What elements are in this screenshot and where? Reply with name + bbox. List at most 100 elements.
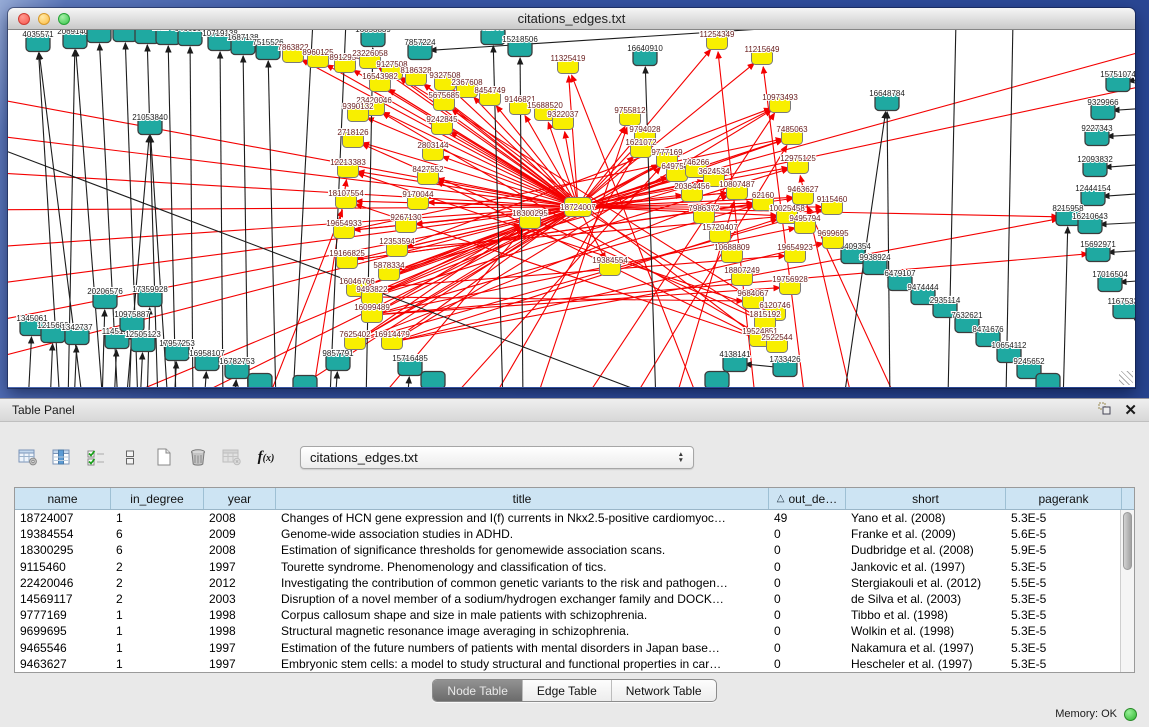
graph-node[interactable]: 1342737 bbox=[61, 323, 93, 345]
table-cell[interactable]: 0 bbox=[769, 543, 846, 557]
tab-node-table[interactable]: Node Table bbox=[433, 680, 522, 701]
graph-node[interactable]: 17016504 bbox=[1092, 270, 1128, 292]
graph-edge[interactable] bbox=[1108, 250, 1135, 252]
column-header-in-degree[interactable]: in_degree bbox=[111, 488, 204, 509]
table-cell[interactable]: 0 bbox=[769, 608, 846, 622]
table-row[interactable]: 1938455462009Genome-wide association stu… bbox=[15, 526, 1134, 542]
graph-edge[interactable] bbox=[74, 346, 77, 387]
table-row[interactable]: 1872400712008Changes of HCN gene express… bbox=[15, 510, 1134, 526]
table-cell[interactable]: 6 bbox=[111, 527, 204, 541]
table-cell[interactable]: 5.3E-5 bbox=[1006, 560, 1122, 574]
graph-node[interactable]: 15218506 bbox=[502, 35, 538, 57]
graph-node[interactable]: 9493822 bbox=[356, 285, 388, 305]
table-cell[interactable]: 19384554 bbox=[15, 527, 111, 541]
close-panel-icon[interactable]: ✕ bbox=[1124, 403, 1137, 418]
table-cell[interactable]: 9777169 bbox=[15, 608, 111, 622]
table-cell[interactable]: 1997 bbox=[204, 560, 276, 574]
graph-node[interactable]: 12444154 bbox=[1075, 184, 1111, 206]
graph-node[interactable]: 7485063 bbox=[776, 125, 808, 145]
table-cell[interactable]: 14569117 bbox=[15, 592, 111, 606]
table-cell[interactable]: 2 bbox=[111, 576, 204, 590]
table-cell[interactable]: 5.3E-5 bbox=[1006, 641, 1122, 655]
graph-node[interactable]: 11254349 bbox=[700, 30, 736, 50]
table-scrollbar-thumb[interactable] bbox=[1123, 512, 1132, 570]
graph-edge[interactable] bbox=[243, 56, 248, 387]
graph-node[interactable]: 15692971 bbox=[1080, 240, 1116, 262]
graph-edge[interactable] bbox=[102, 310, 105, 387]
table-row[interactable]: 969969511998Structural magnetic resonanc… bbox=[15, 623, 1134, 639]
graph-svg[interactable]: 4035571206914061065328715279026466161107… bbox=[8, 30, 1135, 387]
table-cell[interactable]: Changes of HCN gene expression and I(f) … bbox=[276, 511, 769, 525]
graph-node[interactable]: 9495794 bbox=[789, 214, 821, 234]
table-cell[interactable]: 18300295 bbox=[15, 543, 111, 557]
column-header-year[interactable]: year bbox=[204, 488, 276, 509]
zoom-button[interactable] bbox=[58, 13, 70, 25]
table-cell[interactable]: 9115460 bbox=[15, 560, 111, 574]
table-cell[interactable]: 18724007 bbox=[15, 511, 111, 525]
table-cell[interactable]: Stergiakouli et al. (2012) bbox=[846, 576, 1006, 590]
graph-node[interactable]: 9329966 bbox=[1087, 98, 1119, 120]
table-cell[interactable]: 9699695 bbox=[15, 624, 111, 638]
graph-node[interactable]: 1733426 bbox=[769, 355, 801, 377]
table-cell[interactable]: Genome-wide association studies in ADHD. bbox=[276, 527, 769, 541]
table-cell[interactable]: 0 bbox=[769, 527, 846, 541]
table-row[interactable]: 1456911722003Disruption of a novel membe… bbox=[15, 591, 1134, 607]
network-view[interactable]: 4035571206914061065328715279026466161107… bbox=[8, 30, 1135, 387]
table-cell[interactable]: 0 bbox=[769, 641, 846, 655]
graph-node[interactable]: 9755812 bbox=[614, 106, 646, 126]
graph-node[interactable]: 2522544 bbox=[761, 333, 793, 353]
function-builder-button[interactable]: f(x) bbox=[252, 444, 280, 471]
table-cell[interactable]: 2003 bbox=[204, 592, 276, 606]
table-cell[interactable]: Embryonic stem cells: a model to study s… bbox=[276, 657, 769, 671]
graph-edge[interactable] bbox=[8, 130, 578, 207]
graph-node[interactable]: 11215649 bbox=[745, 45, 781, 65]
new-document-button[interactable] bbox=[150, 444, 178, 471]
delete-button[interactable] bbox=[184, 444, 212, 471]
table-cell[interactable]: 1 bbox=[111, 511, 204, 525]
select-columns-button[interactable] bbox=[82, 444, 110, 471]
table-cell[interactable]: Structural magnetic resonance image aver… bbox=[276, 624, 769, 638]
graph-edge[interactable] bbox=[234, 380, 236, 387]
close-button[interactable] bbox=[18, 13, 30, 25]
table-cell[interactable]: Jankovic et al. (1997) bbox=[846, 560, 1006, 574]
table-cell[interactable]: Yano et al. (2008) bbox=[846, 511, 1006, 525]
graph-node[interactable]: 9115460 bbox=[817, 195, 848, 215]
graph-node[interactable] bbox=[705, 372, 729, 388]
graph-edge[interactable] bbox=[168, 46, 176, 387]
table-cell[interactable]: Estimation of the future numbers of pati… bbox=[276, 641, 769, 655]
table-cell[interactable]: 1998 bbox=[204, 624, 276, 638]
table-cell[interactable]: 49 bbox=[769, 511, 846, 525]
table-row[interactable]: 977716911998Corpus callosum shape and si… bbox=[15, 607, 1134, 623]
table-cell[interactable]: 9465546 bbox=[15, 641, 111, 655]
delete-table-button[interactable] bbox=[218, 444, 246, 471]
graph-node[interactable]: 9463627 bbox=[787, 185, 819, 205]
table-cell[interactable]: 1998 bbox=[204, 608, 276, 622]
graph-edge[interactable] bbox=[140, 353, 143, 387]
table-cell[interactable]: Dudbridge et al. (2008) bbox=[846, 543, 1006, 557]
minimize-button[interactable] bbox=[38, 13, 50, 25]
graph-node[interactable]: 18724007 bbox=[560, 198, 596, 217]
graph-node[interactable] bbox=[1036, 374, 1060, 388]
table-cell[interactable]: 0 bbox=[769, 624, 846, 638]
graph-edge[interactable] bbox=[204, 372, 206, 387]
graph-edge[interactable] bbox=[569, 76, 578, 207]
graph-edge[interactable] bbox=[1100, 222, 1135, 225]
graph-node[interactable] bbox=[248, 374, 272, 388]
table-cell[interactable]: de Silva et al. (2003) bbox=[846, 592, 1006, 606]
graph-node[interactable]: 10975887 bbox=[114, 310, 150, 332]
table-cell[interactable]: 0 bbox=[769, 592, 846, 606]
table-cell[interactable]: 2008 bbox=[204, 511, 276, 525]
graph-edge[interactable] bbox=[1063, 227, 1068, 387]
table-cell[interactable]: 5.3E-5 bbox=[1006, 657, 1122, 671]
table-row[interactable]: 911546021997Tourette syndrome. Phenomeno… bbox=[15, 559, 1134, 575]
graph-edge[interactable] bbox=[1103, 193, 1135, 196]
table-cell[interactable]: 1997 bbox=[204, 641, 276, 655]
graph-node[interactable]: 11675334 bbox=[1108, 297, 1136, 319]
graph-node[interactable]: 11325419 bbox=[551, 54, 587, 74]
graph-node[interactable] bbox=[421, 372, 445, 388]
table-cell[interactable]: 2009 bbox=[204, 527, 276, 541]
graph-edge[interactable] bbox=[1105, 164, 1135, 167]
table-selector-dropdown[interactable]: citations_edges.txt ▲▼ bbox=[300, 446, 694, 469]
graph-edge[interactable] bbox=[948, 30, 956, 387]
graph-edge[interactable] bbox=[190, 47, 193, 387]
